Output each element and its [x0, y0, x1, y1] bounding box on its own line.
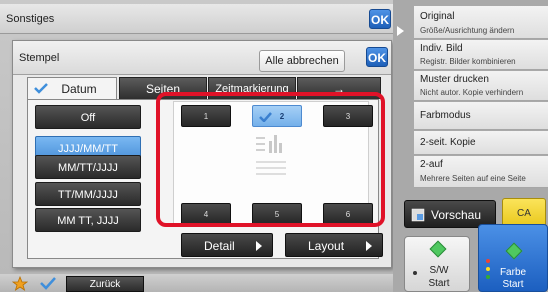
layout-label: Layout	[308, 239, 345, 253]
preview-label: Vorschau	[431, 208, 482, 222]
sonstiges-title-bar: Sonstiges	[0, 4, 393, 34]
color-dot-red-icon	[486, 259, 490, 263]
detail-label: Detail	[204, 239, 235, 253]
start-diamond-icon	[505, 242, 523, 260]
function-original[interactable]: Original Größe/Ausrichtung ändern	[414, 6, 548, 39]
format-off-button[interactable]: Off	[35, 105, 141, 129]
function-original-label: Original	[420, 11, 455, 22]
function-farbmodus[interactable]: Farbmodus	[414, 102, 548, 130]
function-indiv-bild-sub: Registr. Bilder kombinieren	[420, 57, 516, 66]
bw-start-line1: S/W	[429, 265, 449, 276]
format-mm-tt-jjjj-button[interactable]: MM/TT/JJJJ	[35, 155, 141, 179]
star-icon[interactable]	[12, 276, 28, 291]
highlight-frame	[156, 92, 385, 227]
bw-start-line2: Start	[428, 278, 450, 289]
bw-start-button[interactable]: S/W Start	[404, 236, 470, 292]
arrow-right-icon	[366, 241, 372, 251]
layout-button[interactable]: Layout	[285, 233, 383, 257]
function-2-auf[interactable]: 2-auf Mehrere Seiten auf eine Seite	[414, 156, 548, 188]
start-diamond-icon	[429, 240, 447, 258]
checkmark-icon	[34, 83, 48, 94]
checkmark-icon[interactable]	[40, 277, 56, 290]
color-start-line1: Farbe	[499, 267, 527, 278]
function-indiv-bild[interactable]: Indiv. Bild Registr. Bilder kombinieren	[414, 40, 548, 70]
function-farbmodus-label: Farbmodus	[420, 110, 471, 121]
tab-datum[interactable]: Datum	[27, 77, 117, 100]
sonstiges-title: Sonstiges	[6, 13, 55, 25]
back-button[interactable]: Zurück	[66, 276, 144, 292]
function-2-seit-kopie[interactable]: 2-seit. Kopie	[414, 131, 548, 155]
tab-datum-label: Datum	[61, 82, 97, 96]
function-2-seit-kopie-label: 2-seit. Kopie	[420, 137, 476, 148]
bottom-bar	[0, 274, 393, 292]
sonstiges-ok-button[interactable]: OK	[369, 9, 391, 29]
format-tt-mm-jjjj-button[interactable]: TT/MM/JJJJ	[35, 182, 141, 206]
preview-icon	[411, 208, 425, 222]
cancel-all-button[interactable]: Alle abbrechen	[259, 50, 345, 72]
function-indiv-bild-label: Indiv. Bild	[420, 43, 463, 54]
function-2-auf-sub: Mehrere Seiten auf eine Seite	[420, 174, 526, 183]
function-muster-drucken-sub: Nicht autor. Kopie verhindern	[420, 88, 524, 97]
detail-button[interactable]: Detail	[181, 233, 273, 257]
color-start-line2: Start	[502, 279, 524, 290]
function-muster-drucken-label: Muster drucken	[420, 74, 489, 85]
arrow-right-icon	[256, 241, 262, 251]
color-start-button[interactable]: Farbe Start	[478, 224, 548, 292]
format-mm-tt-jjjj-long-button[interactable]: MM TT, JJJJ	[35, 208, 141, 232]
panel-toggle-arrow-icon[interactable]	[397, 26, 404, 36]
function-muster-drucken[interactable]: Muster drucken Nicht autor. Kopie verhin…	[414, 71, 548, 101]
function-2-auf-label: 2-auf	[420, 159, 443, 170]
stempel-ok-button[interactable]: OK	[366, 47, 388, 67]
stempel-title: Stempel	[19, 52, 60, 64]
function-original-sub: Größe/Ausrichtung ändern	[420, 26, 515, 35]
